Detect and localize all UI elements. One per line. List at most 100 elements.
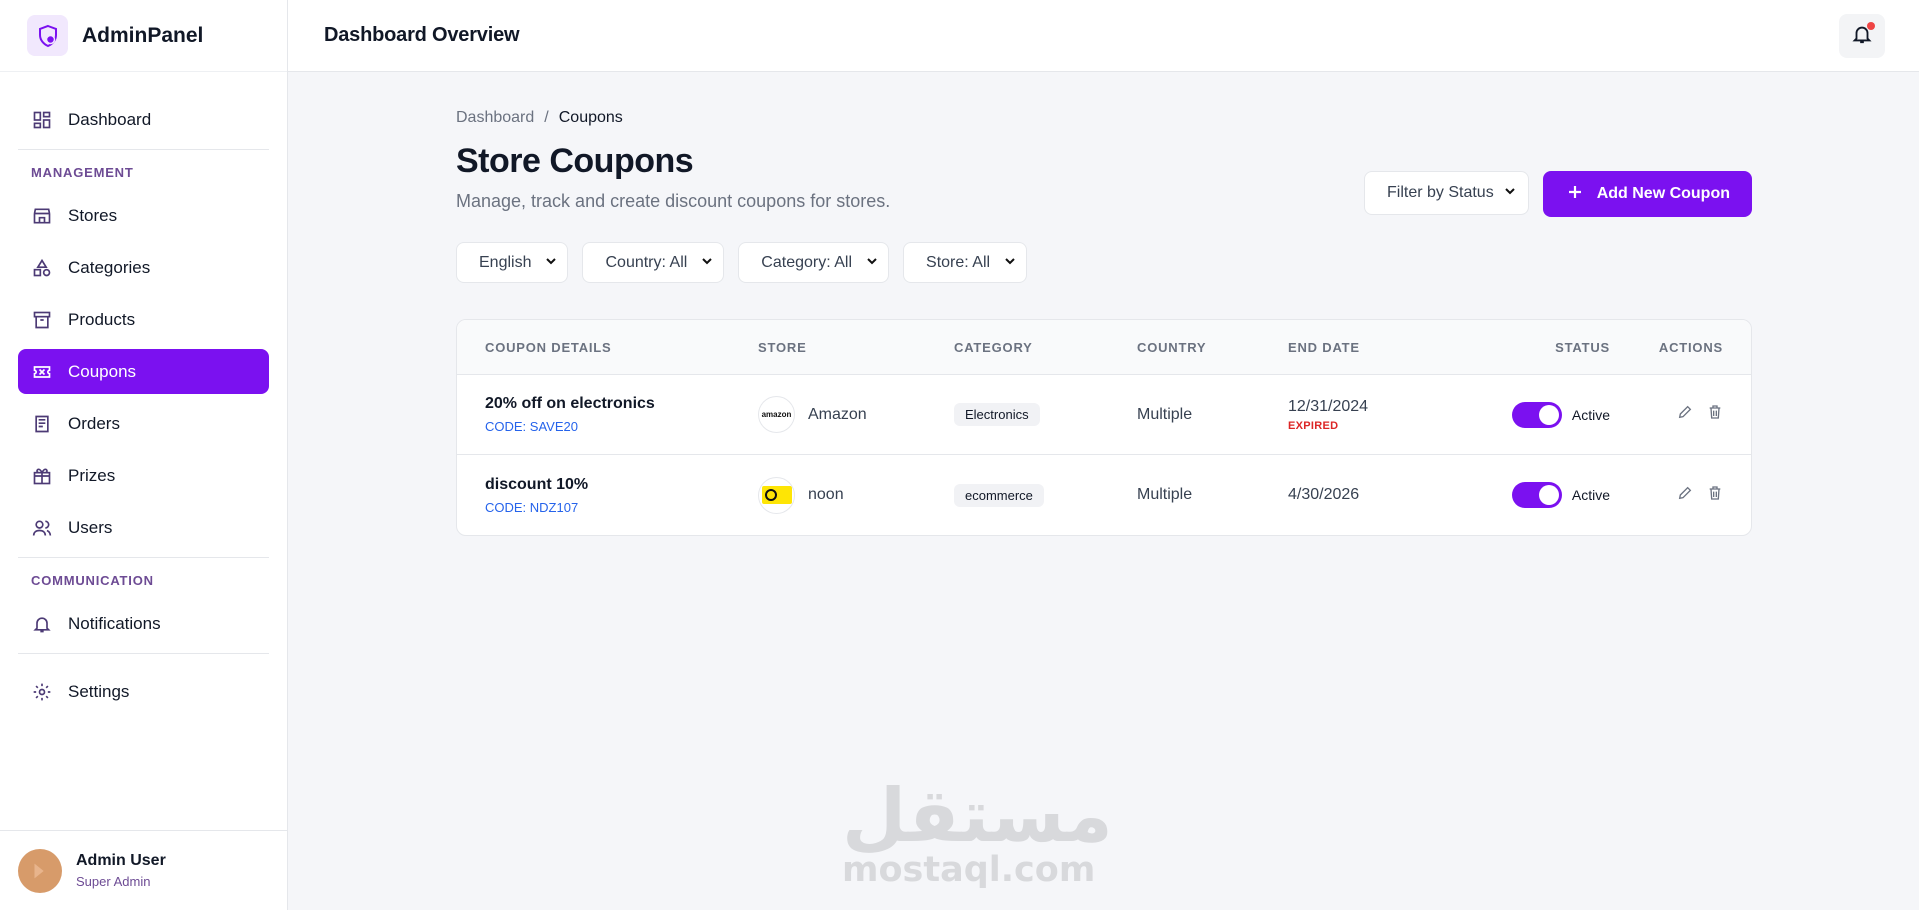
select-value: Store: All bbox=[926, 253, 991, 271]
sidebar-item-orders[interactable]: Orders bbox=[18, 401, 269, 446]
breadcrumb-current: Coupons bbox=[558, 109, 623, 126]
watermark-arabic: مستقل bbox=[842, 773, 1113, 859]
receipt-icon bbox=[31, 413, 53, 435]
expired-badge: EXPIRED bbox=[1288, 419, 1339, 432]
country-value: Multiple bbox=[1137, 486, 1193, 503]
language-select[interactable]: English bbox=[456, 242, 569, 283]
add-coupon-label: Add New Coupon bbox=[1596, 185, 1730, 202]
filters-bar: English Country: All Category: All Store… bbox=[456, 242, 1752, 283]
plus-icon bbox=[1567, 184, 1583, 205]
store-select[interactable]: Store: All bbox=[903, 242, 1028, 283]
grid-icon bbox=[31, 109, 53, 131]
topbar: Dashboard Overview bbox=[288, 0, 1919, 72]
coupon-code: CODE: SAVE20 bbox=[485, 419, 578, 434]
sidebar-item-categories[interactable]: Categories bbox=[18, 245, 269, 290]
section-label-management: MANAGEMENT bbox=[31, 165, 134, 180]
select-value: Country: All bbox=[605, 253, 688, 271]
sidebar-item-settings[interactable]: Settings bbox=[18, 669, 269, 714]
sidebar-item-label: Coupons bbox=[68, 361, 137, 381]
column-header: ACTIONS bbox=[1658, 339, 1723, 355]
sidebar-item-label: Notifications bbox=[68, 613, 161, 633]
sidebar: AdminPanel Dashboard MANAGEMENT Stores C… bbox=[0, 0, 288, 910]
divider bbox=[18, 557, 269, 558]
brand-name: AdminPanel bbox=[82, 23, 204, 47]
column-header: COUNTRY bbox=[1137, 339, 1207, 355]
store-name: Amazon bbox=[808, 405, 867, 423]
chevron-down-icon bbox=[701, 254, 713, 272]
users-icon bbox=[31, 517, 53, 539]
coupons-table: COUPON DETAILS STORE CATEGORY COUNTRY EN… bbox=[456, 319, 1752, 536]
country-value: Multiple bbox=[1137, 405, 1193, 423]
notifications-button[interactable] bbox=[1839, 14, 1885, 58]
watermark-latin: mostaql.com bbox=[842, 850, 1096, 890]
sidebar-item-stores[interactable]: Stores bbox=[18, 193, 269, 238]
edit-icon[interactable] bbox=[1677, 485, 1693, 506]
category-tag: Electronics bbox=[954, 403, 1040, 426]
table-header: COUPON DETAILS STORE CATEGORY COUNTRY EN… bbox=[457, 320, 1751, 375]
sidebar-item-dashboard[interactable]: Dashboard bbox=[18, 97, 269, 142]
edit-icon[interactable] bbox=[1677, 404, 1693, 425]
archive-icon bbox=[31, 309, 53, 331]
sidebar-item-label: Settings bbox=[68, 681, 130, 701]
sidebar-item-label: Stores bbox=[68, 205, 118, 225]
avatar bbox=[18, 848, 62, 893]
delete-icon[interactable] bbox=[1707, 404, 1723, 425]
bell-icon bbox=[31, 613, 53, 635]
chevron-down-icon bbox=[866, 254, 878, 272]
user-profile[interactable]: Admin User Super Admin bbox=[0, 830, 287, 910]
status-toggle[interactable] bbox=[1511, 482, 1562, 508]
sidebar-item-prizes[interactable]: Prizes bbox=[18, 453, 269, 498]
category-select[interactable]: Category: All bbox=[738, 242, 890, 283]
store-name: noon bbox=[808, 486, 844, 503]
column-header: COUPON DETAILS bbox=[485, 339, 612, 355]
category-tag: ecommerce bbox=[954, 483, 1044, 507]
amazon-logo-text: amazon bbox=[761, 410, 792, 419]
status-filter-select[interactable]: Filter by Status bbox=[1363, 171, 1529, 215]
sidebar-item-notifications[interactable]: Notifications bbox=[18, 601, 269, 646]
select-value: English bbox=[479, 253, 532, 271]
ticket-icon bbox=[31, 361, 53, 383]
sidebar-item-coupons[interactable]: Coupons bbox=[18, 349, 269, 394]
noon-logo-icon bbox=[758, 476, 795, 514]
end-date: 12/31/2024 bbox=[1288, 397, 1369, 415]
shield-logo-icon bbox=[27, 15, 68, 56]
sidebar-item-label: Categories bbox=[68, 257, 151, 277]
breadcrumb: Dashboard / Coupons bbox=[456, 109, 1752, 127]
sidebar-item-label: Products bbox=[68, 309, 136, 329]
country-select[interactable]: Country: All bbox=[582, 242, 725, 283]
table-row: discount 10% CODE: NDZ107 noon ecommerce… bbox=[457, 455, 1751, 535]
store-icon bbox=[31, 205, 53, 227]
column-header: END DATE bbox=[1288, 339, 1360, 355]
divider bbox=[18, 149, 269, 150]
select-value: Category: All bbox=[761, 253, 853, 271]
breadcrumb-separator: / bbox=[544, 109, 549, 126]
sidebar-item-label: Dashboard bbox=[68, 109, 152, 129]
coupon-title: 20% off on electronics bbox=[485, 395, 655, 412]
sidebar-nav: Dashboard MANAGEMENT Stores Categories P… bbox=[0, 97, 287, 714]
sidebar-item-products[interactable]: Products bbox=[18, 297, 269, 342]
chevron-down-icon bbox=[1504, 184, 1516, 202]
add-coupon-button[interactable]: Add New Coupon bbox=[1542, 171, 1752, 217]
status-toggle[interactable] bbox=[1511, 401, 1562, 428]
user-role: Super Admin bbox=[76, 874, 151, 889]
status-label: Active bbox=[1571, 487, 1610, 503]
delete-icon[interactable] bbox=[1707, 485, 1723, 506]
chevron-down-icon bbox=[545, 254, 557, 272]
unread-dot bbox=[1867, 22, 1875, 30]
select-value: Filter by Status bbox=[1386, 184, 1494, 201]
breadcrumb-root[interactable]: Dashboard bbox=[456, 109, 534, 127]
sidebar-item-label: Prizes bbox=[68, 465, 116, 485]
main-content: Dashboard / Coupons Store Coupons Manage… bbox=[456, 72, 1752, 536]
header-actions: Filter by Status Add New Coupon bbox=[1363, 171, 1752, 217]
shapes-icon bbox=[31, 257, 53, 279]
gift-icon bbox=[31, 465, 53, 487]
table-row: 20% off on electronics CODE: SAVE20 amaz… bbox=[457, 375, 1751, 455]
column-header: CATEGORY bbox=[954, 339, 1033, 355]
gear-icon bbox=[31, 681, 53, 703]
column-header: STORE bbox=[758, 339, 807, 355]
section-label-communication: COMMUNICATION bbox=[31, 573, 154, 588]
sidebar-item-label: Users bbox=[68, 517, 113, 537]
sidebar-item-users[interactable]: Users bbox=[18, 505, 269, 550]
divider bbox=[18, 653, 269, 654]
topbar-title: Dashboard Overview bbox=[324, 24, 520, 46]
